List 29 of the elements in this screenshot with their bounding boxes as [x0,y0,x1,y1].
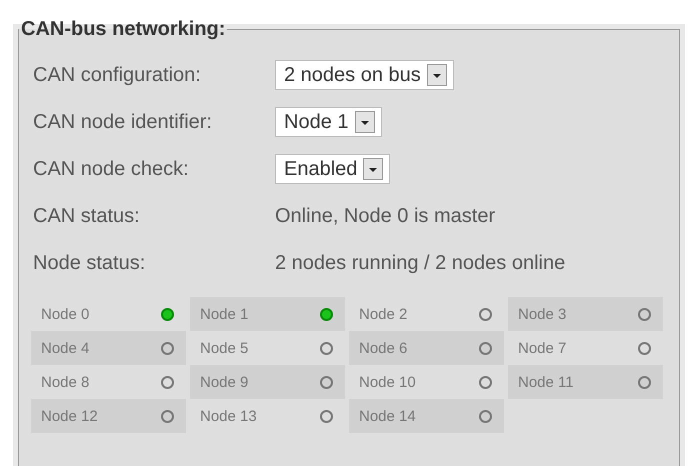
dropdown[interactable]: 2 nodes on bus [275,60,454,90]
field-label: CAN configuration: [33,63,202,88]
node-label: Node 7 [518,340,566,356]
field-label: CAN node identifier: [33,110,213,135]
node-label: Node 10 [359,374,416,390]
node-label: Node 8 [41,374,90,390]
node-label: Node 13 [200,408,257,424]
node-label: Node 9 [200,374,248,390]
node-label: Node 6 [359,340,408,356]
status-text: 2 nodes running / 2 nodes online [275,252,566,274]
status-text: Online, Node 0 is master [275,204,496,228]
dropdown[interactable]: Enabled [275,154,390,184]
field-label: Node status: [33,251,146,276]
node-label: Node 4 [41,340,90,356]
node-label: Node 12 [41,408,98,424]
node-label: Node 2 [359,306,408,322]
node-label: Node 0 [41,306,90,322]
field-label: CAN node check: [33,157,190,182]
node-label: Node 14 [359,408,416,424]
caret-icon [354,111,374,133]
caret-icon [426,64,447,86]
node-label: Node 1 [200,306,248,322]
panel-title: CAN-bus networking: [20,18,226,41]
node-label: Node 11 [518,374,574,390]
node-label: Node 3 [518,306,566,322]
caret-icon [363,158,384,180]
field-label: CAN status: [33,204,141,229]
node-label: Node 5 [200,340,248,356]
dropdown[interactable]: Node 1 [275,107,382,137]
